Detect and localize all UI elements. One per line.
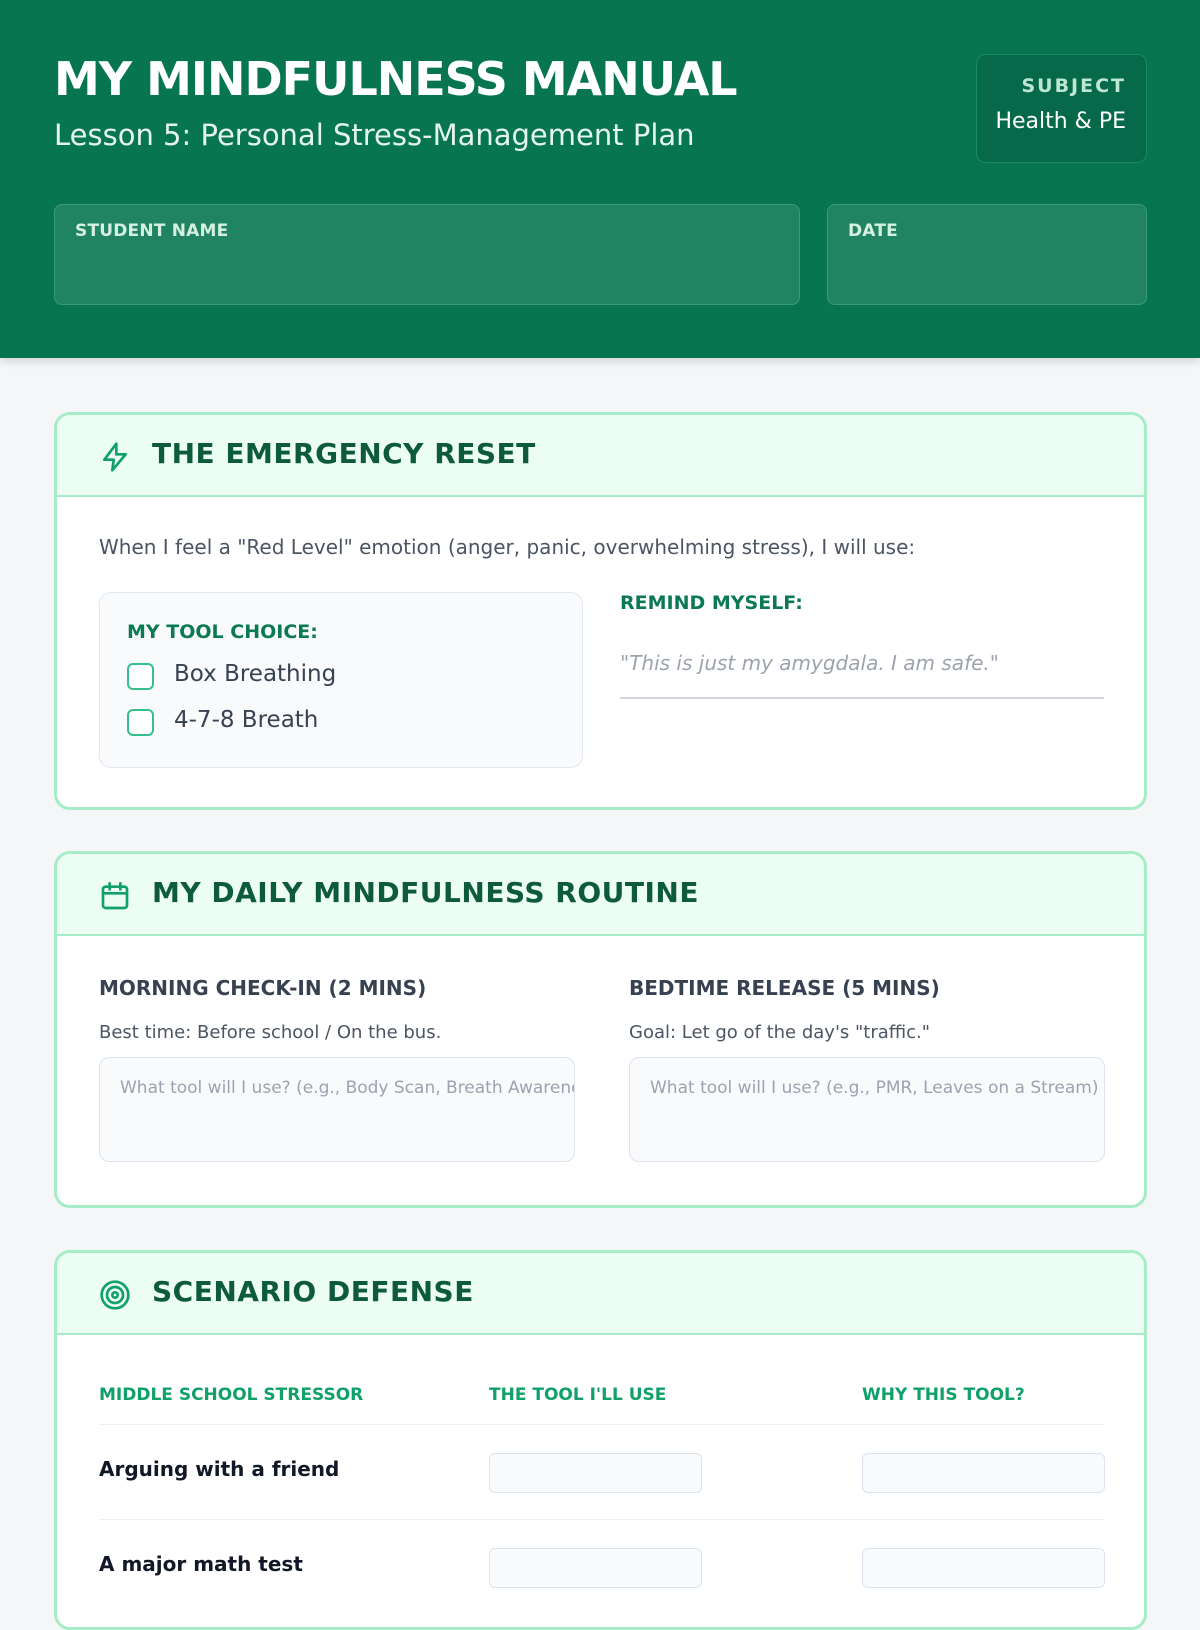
date-label: DATE	[848, 221, 898, 241]
column-header-tool: THE TOOL I'LL USE	[489, 1385, 667, 1405]
remind-myself-quote: "This is just my amygdala. I am safe."	[620, 651, 999, 675]
page-header: MY MINDFULNESS MANUAL Lesson 5: Personal…	[0, 0, 1200, 358]
column-header-stressor: MIDDLE SCHOOL STRESSOR	[99, 1385, 364, 1405]
daily-routine-card: MY DAILY MINDFULNESS ROUTINE MORNING CHE…	[54, 851, 1147, 1208]
table-divider	[99, 1519, 1105, 1520]
subject-badge: SUBJECT Health & PE	[976, 54, 1147, 163]
calendar-icon	[99, 880, 131, 912]
tool-choice-box: MY TOOL CHOICE: Box Breathing 4-7-8 Brea…	[99, 592, 583, 768]
emergency-reset-header: THE EMERGENCY RESET	[57, 415, 1144, 497]
bedtime-title: BEDTIME RELEASE (5 MINS)	[629, 976, 940, 1000]
why-input[interactable]	[862, 1548, 1105, 1588]
box-breathing-checkbox[interactable]	[127, 663, 154, 690]
478-breath-checkbox[interactable]	[127, 709, 154, 736]
bedtime-tool-input[interactable]: What tool will I use? (e.g., PMR, Leaves…	[629, 1057, 1105, 1162]
page-title: MY MINDFULNESS MANUAL	[54, 52, 738, 106]
emergency-intro: When I feel a "Red Level" emotion (anger…	[99, 535, 916, 559]
student-name-field[interactable]: STUDENT NAME	[54, 204, 800, 305]
option-label: Box Breathing	[174, 661, 337, 687]
scenario-defense-header: SCENARIO DEFENSE	[57, 1253, 1144, 1335]
emergency-reset-title: THE EMERGENCY RESET	[152, 437, 536, 470]
scenario-defense-title: SCENARIO DEFENSE	[152, 1275, 474, 1308]
remind-myself-label: REMIND MYSELF:	[620, 592, 803, 614]
tool-input[interactable]	[489, 1548, 702, 1588]
daily-routine-header: MY DAILY MINDFULNESS ROUTINE	[57, 854, 1144, 936]
page-subtitle: Lesson 5: Personal Stress-Management Pla…	[54, 118, 695, 152]
emergency-reset-card: THE EMERGENCY RESET When I feel a "Red L…	[54, 412, 1147, 810]
table-divider	[99, 1424, 1105, 1425]
morning-note: Best time: Before school / On the bus.	[99, 1022, 442, 1043]
table-row-stressor: Arguing with a friend	[99, 1457, 340, 1481]
tool-choice-label: MY TOOL CHOICE:	[127, 621, 318, 643]
morning-checkin: MORNING CHECK-IN (2 MINS) Best time: Bef…	[99, 976, 575, 1162]
bedtime-note: Goal: Let go of the day's "traffic."	[629, 1022, 931, 1043]
daily-routine-title: MY DAILY MINDFULNESS ROUTINE	[152, 876, 699, 909]
student-name-label: STUDENT NAME	[75, 221, 229, 241]
morning-tool-input[interactable]: What tool will I use? (e.g., Body Scan, …	[99, 1057, 575, 1162]
date-field[interactable]: DATE	[827, 204, 1147, 305]
bedtime-release: BEDTIME RELEASE (5 MINS) Goal: Let go of…	[629, 976, 1105, 1162]
tool-input[interactable]	[489, 1453, 702, 1493]
option-label: 4-7-8 Breath	[174, 707, 319, 733]
remind-myself-line[interactable]	[620, 697, 1104, 699]
subject-value: Health & PE	[995, 109, 1126, 134]
target-icon	[99, 1279, 131, 1311]
lightning-icon	[99, 441, 131, 473]
table-row-stressor: A major math test	[99, 1552, 303, 1576]
scenario-defense-card: SCENARIO DEFENSE MIDDLE SCHOOL STRESSOR …	[54, 1250, 1147, 1630]
why-input[interactable]	[862, 1453, 1105, 1493]
morning-title: MORNING CHECK-IN (2 MINS)	[99, 976, 427, 1000]
subject-label: SUBJECT	[1021, 75, 1126, 97]
column-header-why: WHY THIS TOOL?	[862, 1385, 1025, 1405]
